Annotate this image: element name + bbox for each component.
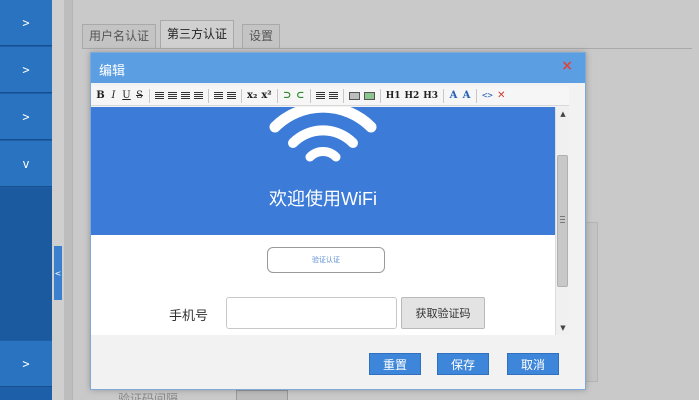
scroll-thumb[interactable]: [557, 155, 568, 287]
bold-button[interactable]: B: [94, 88, 107, 104]
editor-toolbar: B I U S x₂ x² ⊃ ⊂ H1 H2 H3 A A <> ✕: [91, 86, 569, 106]
undo-icon[interactable]: ⊃: [281, 88, 294, 104]
underline-button[interactable]: U: [120, 88, 133, 104]
tab-divider: [82, 48, 692, 49]
chevron-right-icon: >: [22, 109, 30, 124]
toolbar-divider: [442, 88, 444, 103]
reset-button[interactable]: 重置: [369, 353, 421, 375]
superscript-button[interactable]: x²: [259, 88, 273, 104]
phone-label: 手机号: [169, 309, 209, 324]
sidebar: > > > v >: [0, 0, 52, 400]
chevron-right-icon: >: [22, 15, 30, 30]
background-field-label: 验证码间隔: [118, 392, 179, 400]
sidebar-item-5[interactable]: >: [0, 341, 52, 387]
toolbar-divider: [342, 88, 344, 103]
tab-third-party-auth[interactable]: 第三方认证: [160, 20, 235, 48]
toolbar-divider: [149, 88, 150, 103]
strikethrough-button[interactable]: S: [133, 88, 146, 104]
welcome-text: 欢迎使用WiFi: [269, 189, 377, 209]
background-field-input[interactable]: [236, 390, 288, 400]
heading2-button[interactable]: H2: [402, 88, 421, 104]
indent-icon[interactable]: [212, 88, 225, 104]
source-code-button[interactable]: <>: [480, 88, 495, 104]
sidebar-item-3[interactable]: >: [0, 94, 52, 140]
sidebar-collapse-handle[interactable]: <: [54, 246, 62, 300]
welcome-banner: 欢迎使用WiFi: [91, 107, 555, 235]
save-button[interactable]: 保存: [437, 353, 489, 375]
sidebar-item-4[interactable]: v: [0, 141, 52, 187]
phone-input[interactable]: [226, 297, 397, 329]
toolbar-divider: [379, 88, 381, 103]
toolbar-divider: [309, 88, 311, 103]
dialog-header: 编辑 ×: [91, 53, 585, 83]
redo-icon[interactable]: ⊂: [294, 88, 307, 104]
chevron-down-icon: v: [22, 156, 30, 171]
unordered-list-icon[interactable]: [327, 88, 340, 104]
toolbar-divider: [475, 88, 477, 103]
grip-icon: [560, 216, 565, 223]
auth-button[interactable]: 验证认证: [267, 247, 385, 273]
dialog-title: 编辑: [99, 64, 126, 79]
heading3-button[interactable]: H3: [421, 88, 440, 104]
background-color-icon[interactable]: A: [460, 88, 473, 104]
sidebar-submenu-area: [0, 188, 52, 340]
chevron-right-icon: >: [22, 356, 30, 371]
align-center-icon[interactable]: [166, 88, 179, 104]
subscript-button[interactable]: x₂: [245, 88, 259, 104]
clear-format-button[interactable]: ✕: [495, 88, 508, 104]
insert-image-icon[interactable]: [362, 88, 377, 104]
heading1-button[interactable]: H1: [384, 88, 403, 104]
tab-username-auth[interactable]: 用户名认证: [82, 24, 157, 48]
sidebar-item-1[interactable]: >: [0, 0, 52, 46]
close-icon[interactable]: ×: [561, 58, 573, 74]
get-code-button[interactable]: 获取验证码: [401, 297, 485, 329]
toolbar-divider: [208, 88, 209, 103]
outdent-icon[interactable]: [225, 88, 238, 104]
editor-content[interactable]: 欢迎使用WiFi 验证认证 手机号 获取验证码: [91, 107, 569, 335]
align-justify-icon[interactable]: [192, 88, 205, 104]
chevron-right-icon: >: [22, 62, 30, 77]
toolbar-divider: [241, 88, 242, 103]
editor-scrollbar[interactable]: ▲ ▼: [555, 107, 569, 335]
scroll-up-icon[interactable]: ▲: [556, 109, 570, 119]
align-right-icon[interactable]: [179, 88, 192, 104]
edit-dialog: 编辑 × B I U S x₂ x² ⊃ ⊂ H1 H2 H3 A A <> ✕…: [90, 52, 586, 390]
wifi-icon: [269, 107, 377, 162]
sidebar-item-2[interactable]: >: [0, 47, 52, 93]
horizontal-rule-icon[interactable]: [347, 88, 362, 104]
ordered-list-icon[interactable]: [314, 88, 327, 104]
toolbar-divider: [276, 88, 278, 103]
align-left-icon[interactable]: [153, 88, 166, 104]
cancel-button[interactable]: 取消: [507, 353, 559, 375]
chevron-left-icon: <: [54, 268, 62, 278]
font-color-icon[interactable]: A: [447, 88, 460, 104]
tab-settings[interactable]: 设置: [242, 24, 281, 48]
scroll-down-icon[interactable]: ▼: [556, 323, 570, 333]
italic-button[interactable]: I: [107, 88, 120, 104]
